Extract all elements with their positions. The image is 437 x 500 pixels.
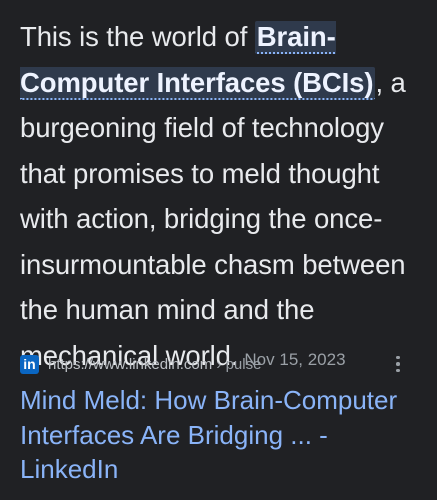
- more-dot: [396, 355, 400, 360]
- snippet-rest: , a burgeoning field of technology that …: [20, 66, 406, 371]
- result-title-link[interactable]: Mind Meld: How Brain-Computer Interfaces…: [20, 383, 420, 487]
- result-url-domain: https://www.linkedin.com: [48, 355, 213, 373]
- linkedin-icon: in: [20, 354, 39, 374]
- snippet-lead: This is the world of: [20, 21, 255, 52]
- result-url[interactable]: https://www.linkedin.com › pulse: [48, 356, 261, 373]
- featured-snippet-text: This is the world of Brain-Computer Inte…: [20, 14, 430, 382]
- result-url-breadcrumb: › pulse: [212, 355, 262, 373]
- more-dot: [396, 368, 400, 373]
- result-source[interactable]: in https://www.linkedin.com › pulse: [20, 352, 420, 376]
- more-options-icon[interactable]: [392, 352, 404, 376]
- more-dot: [396, 362, 400, 366]
